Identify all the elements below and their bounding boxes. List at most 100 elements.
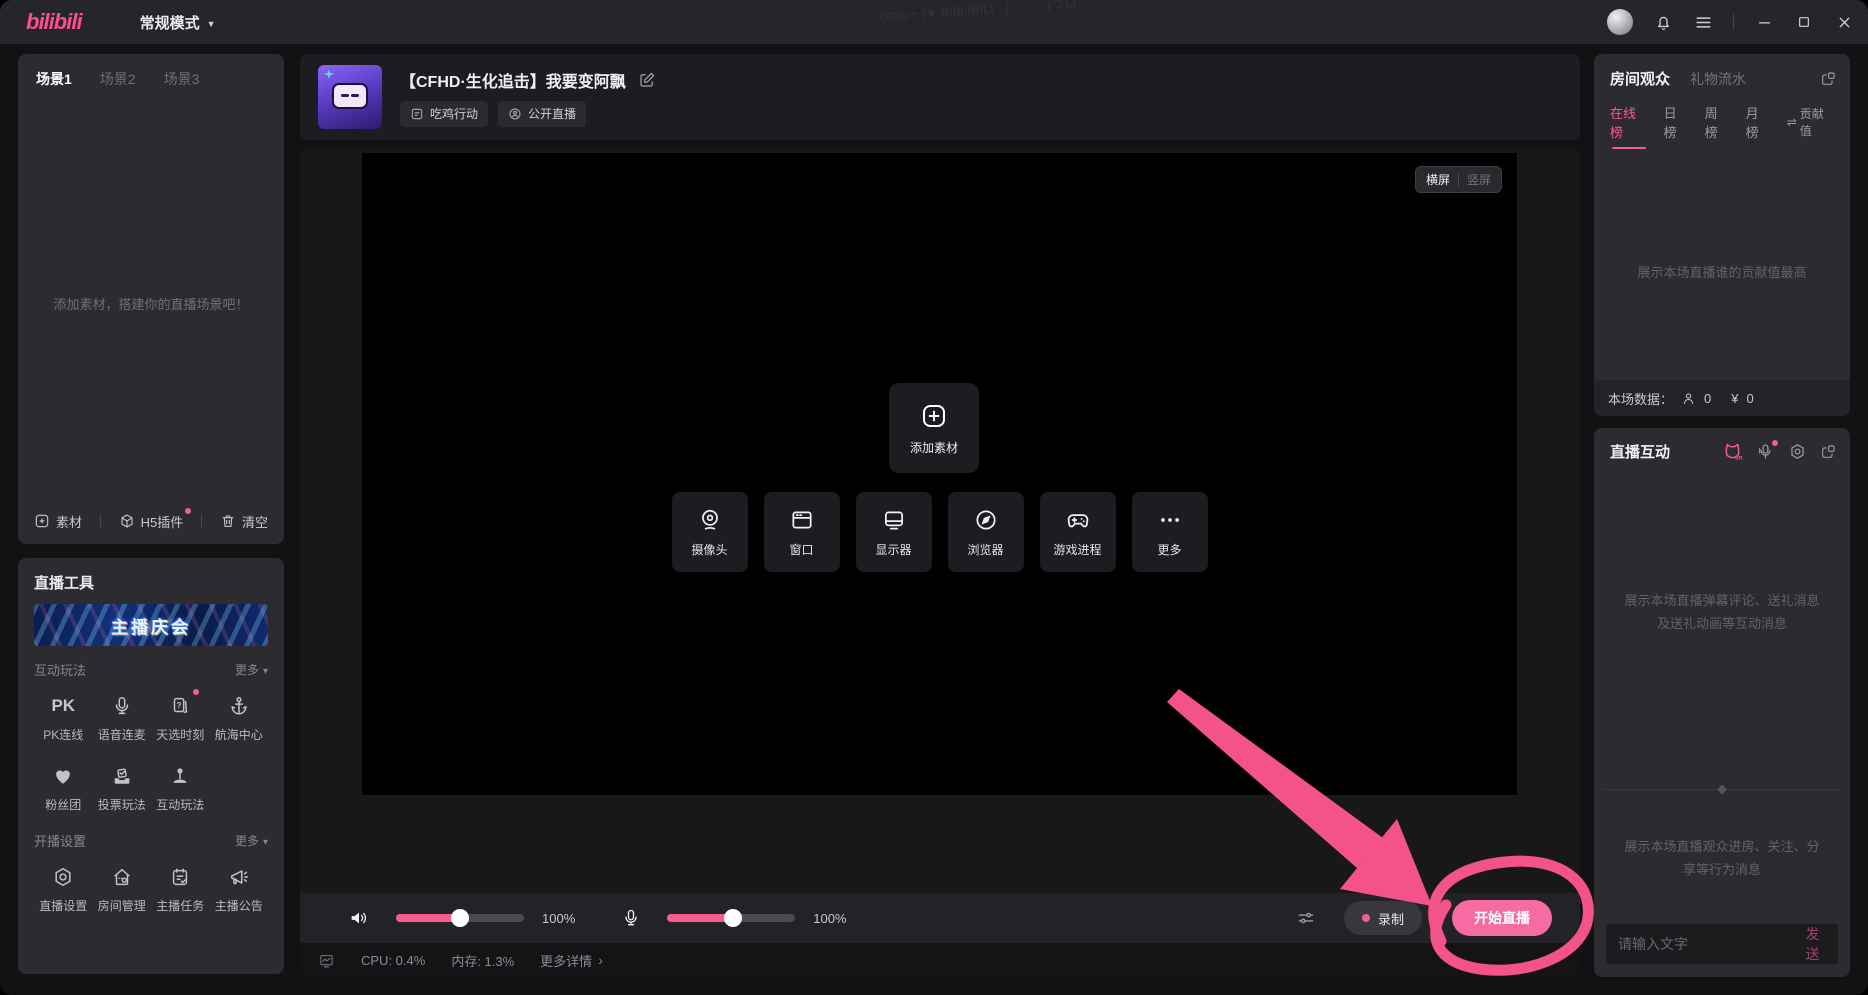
bell-icon[interactable] <box>1653 12 1673 32</box>
landscape-option[interactable]: 横屏 <box>1426 171 1450 188</box>
clear-scene-button[interactable]: 清空 <box>220 512 268 531</box>
record-dot-icon <box>1362 914 1370 922</box>
tool-interactive-play[interactable]: 互动玩法 <box>151 763 210 813</box>
add-material-button[interactable]: 素材 <box>34 512 82 531</box>
clipboard-icon <box>169 864 191 890</box>
viewer-count: 0 <box>1704 391 1711 406</box>
webcam-icon <box>697 507 723 533</box>
source-more-button[interactable]: 更多 <box>1132 492 1208 572</box>
tab-room-viewers[interactable]: 房间观众 <box>1610 68 1670 89</box>
minimize-button[interactable] <box>1754 12 1774 32</box>
subtab-monthly-rank[interactable]: 月榜 <box>1746 103 1771 149</box>
public-person-icon <box>508 107 522 121</box>
portrait-option[interactable]: 竖屏 <box>1467 171 1491 188</box>
subtab-weekly-rank[interactable]: 周榜 <box>1705 103 1730 149</box>
danmaku-cat-toggle-icon[interactable]: on <box>1722 441 1743 462</box>
record-button[interactable]: 录制 <box>1344 901 1422 935</box>
subtab-daily-rank[interactable]: 日榜 <box>1664 103 1689 149</box>
panel-split-handle[interactable] <box>1604 789 1840 790</box>
maximize-button[interactable] <box>1794 12 1814 32</box>
tool-vote[interactable]: 投票玩法 <box>93 763 152 813</box>
audience-empty-hint: 展示本场直播谁的贡献值最高 <box>1594 262 1850 281</box>
tool-voice-chat[interactable]: 语音连麦 <box>93 693 152 743</box>
control-bar: 100% 100% 录制 开始直播 <box>300 893 1580 943</box>
tab-gift-flow[interactable]: 礼物流水 <box>1690 69 1746 89</box>
add-source-button[interactable]: 添加素材 <box>889 383 979 473</box>
ballot-check-icon <box>111 763 133 789</box>
source-game-button[interactable]: 游戏进程 <box>1040 492 1116 572</box>
send-button[interactable]: 发送 <box>1799 924 1826 964</box>
edit-title-icon[interactable] <box>638 71 656 89</box>
h5-plugin-button[interactable]: H5插件 <box>119 512 184 531</box>
tool-lottery[interactable]: ? 天选时刻 <box>151 693 210 743</box>
danmaku-empty-hint: 展示本场直播弹幕评论、送礼消息及送礼动画等互动消息 <box>1594 590 1850 636</box>
tool-pk-link[interactable]: PK PK连线 <box>34 693 93 743</box>
trash-icon <box>220 513 236 529</box>
mode-selector[interactable]: 常规模式 <box>140 12 216 33</box>
memory-usage: 内存: 1.3% <box>451 951 514 970</box>
volume-slider[interactable] <box>396 914 524 922</box>
tool-anchor-tasks[interactable]: 主播任务 <box>151 864 210 914</box>
popout-icon[interactable] <box>1820 444 1836 460</box>
tool-fan-club[interactable]: 粉丝团 <box>34 763 93 813</box>
person-icon <box>1681 391 1696 406</box>
monitor-icon <box>881 507 907 533</box>
source-camera-button[interactable]: 摄像头 <box>672 492 748 572</box>
scene-tab-1[interactable]: 场景1 <box>36 69 72 89</box>
tool-anchor-notice[interactable]: 主播公告 <box>210 864 269 914</box>
behavior-empty-hint: 展示本场直播观众进房、关注、分享等行为消息 <box>1594 836 1850 882</box>
popout-icon[interactable] <box>1820 71 1836 87</box>
menu-icon[interactable] <box>1693 12 1713 32</box>
start-live-button[interactable]: 开始直播 <box>1452 900 1552 936</box>
scene-empty-hint: 添加素材，搭建你的直播场景吧！ <box>18 294 284 313</box>
room-title: 【CFHD·生化追击】我要变阿飘 <box>400 68 626 92</box>
tool-room-manage[interactable]: 房间管理 <box>93 864 152 914</box>
app-window: bilibili 常规模式 (<зω・)★ BIIILIBILI ( ゜- ゜)… <box>0 0 1868 995</box>
source-browser-button[interactable]: 浏览器 <box>948 492 1024 572</box>
category-tag[interactable]: 吃鸡行动 <box>400 101 488 127</box>
svg-text:on: on <box>1735 454 1743 461</box>
status-bar: CPU: 0.4% 内存: 1.3% 更多详情 <box>300 943 1580 977</box>
orientation-toggle: 横屏 竖屏 <box>1415 166 1502 193</box>
avatar[interactable] <box>1607 9 1633 35</box>
mic-icon[interactable] <box>621 908 641 928</box>
plus-square-icon <box>34 513 50 529</box>
chevron-down-icon <box>263 834 268 848</box>
voice-broadcast-icon[interactable] <box>1756 442 1775 461</box>
more-details-link[interactable]: 更多详情 <box>540 951 603 970</box>
window-icon <box>789 507 815 533</box>
notification-dot <box>185 508 191 514</box>
speaker-icon[interactable] <box>348 907 370 929</box>
source-buttons-row: 摄像头 窗口 显示器 浏览器 游戏进程 <box>362 492 1517 572</box>
scene-tab-2[interactable]: 场景2 <box>100 69 136 89</box>
ellipsis-icon <box>1157 507 1183 533</box>
interactive-more-link[interactable]: 更多 <box>235 661 268 678</box>
sort-by-contribution[interactable]: ⇌ 贡献值 <box>1787 105 1834 147</box>
swap-arrows-icon: ⇌ <box>1787 115 1797 129</box>
mic-slider-knob[interactable] <box>724 909 742 927</box>
chat-input-box: 发送 <box>1606 924 1838 964</box>
chat-input[interactable] <box>1618 936 1799 952</box>
cube-icon <box>119 513 135 529</box>
audio-settings-icon[interactable] <box>1296 908 1316 928</box>
gift-amount: 0 <box>1746 391 1753 406</box>
interaction-panel-title: 直播互动 <box>1610 441 1670 462</box>
mic-slider[interactable] <box>667 914 795 922</box>
mic-percent: 100% <box>813 911 846 926</box>
anchor-festival-banner[interactable]: 主播庆会 <box>34 604 268 646</box>
settings-more-link[interactable]: 更多 <box>235 832 268 849</box>
subtab-online-rank[interactable]: 在线榜 <box>1610 103 1648 149</box>
room-cover-image[interactable] <box>318 65 382 129</box>
scene-tab-3[interactable]: 场景3 <box>164 69 200 89</box>
visibility-tag[interactable]: 公开直播 <box>498 101 586 127</box>
gear-icon[interactable] <box>1788 442 1807 461</box>
performance-icon <box>318 952 335 969</box>
volume-percent: 100% <box>542 911 575 926</box>
close-button[interactable] <box>1834 12 1854 32</box>
tool-live-settings[interactable]: 直播设置 <box>34 864 93 914</box>
tool-fleet-center[interactable]: 航海中心 <box>210 693 269 743</box>
interactive-section-title: 互动玩法 <box>34 660 86 679</box>
source-window-button[interactable]: 窗口 <box>764 492 840 572</box>
volume-slider-knob[interactable] <box>451 909 469 927</box>
source-display-button[interactable]: 显示器 <box>856 492 932 572</box>
